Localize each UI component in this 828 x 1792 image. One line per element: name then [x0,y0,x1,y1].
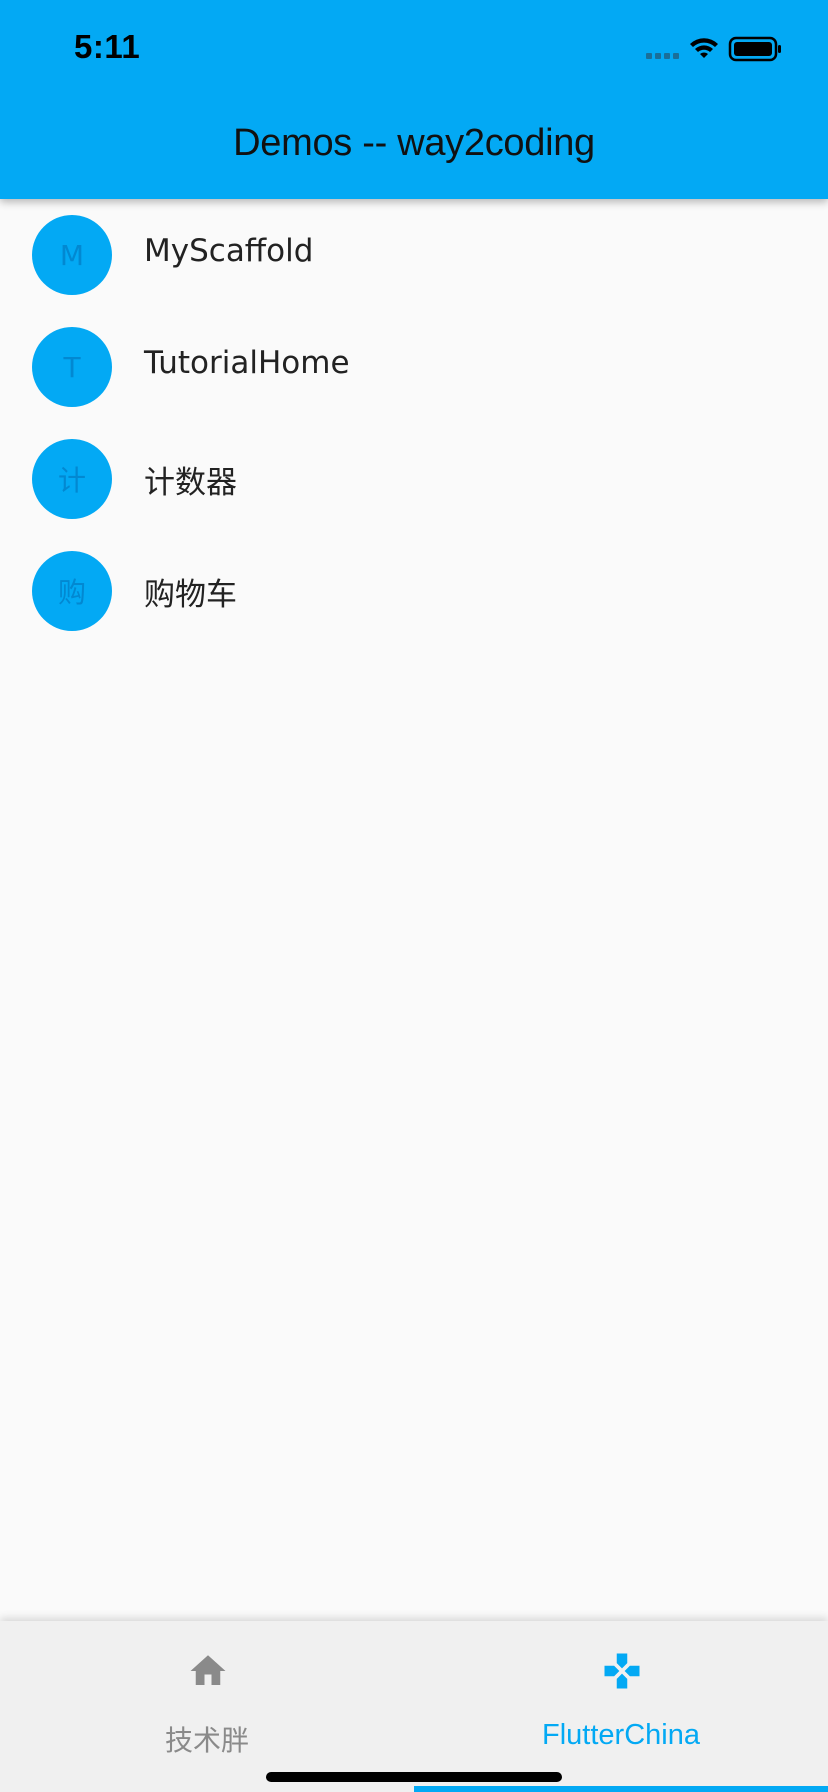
app-bar: 5:11 Demos -- way2coding [0,0,828,199]
list-item-label: MyScaffold [144,233,314,269]
battery-icon [728,36,781,62]
tab-label: FlutterChina [542,1719,700,1751]
cellular-signal-icon [646,53,679,59]
tab-label: 技术胖 [164,1724,249,1757]
page-title: Demos -- way2coding [233,122,595,164]
bottom-navigation-bar: 技术胖 FlutterChina [0,1621,828,1792]
list-item-counter[interactable]: 计 计数器 [0,423,828,535]
avatar: T [32,327,112,407]
status-icons [646,36,781,62]
list-item-label: TutorialHome [144,345,350,381]
avatar: 计 [32,439,112,519]
tab-jishupang[interactable]: 技术胖 [0,1621,414,1792]
avatar: 购 [32,551,112,631]
tab-flutterchina[interactable]: FlutterChina [414,1621,828,1792]
wifi-icon [690,38,718,58]
active-tab-indicator [414,1786,828,1792]
status-time: 5:11 [74,28,141,65]
home-icon [190,1655,226,1685]
list-item-shopping-cart[interactable]: 购 购物车 [0,535,828,647]
home-indicator[interactable] [266,1772,562,1782]
list-item-label: 购物车 [144,577,237,613]
list-item-label: 计数器 [144,465,237,501]
avatar: M [32,215,112,295]
list-item-tutorialhome[interactable]: T TutorialHome [0,311,828,423]
gamepad-icon [604,1653,640,1689]
list-item-myscaffold[interactable]: M MyScaffold [0,199,828,311]
